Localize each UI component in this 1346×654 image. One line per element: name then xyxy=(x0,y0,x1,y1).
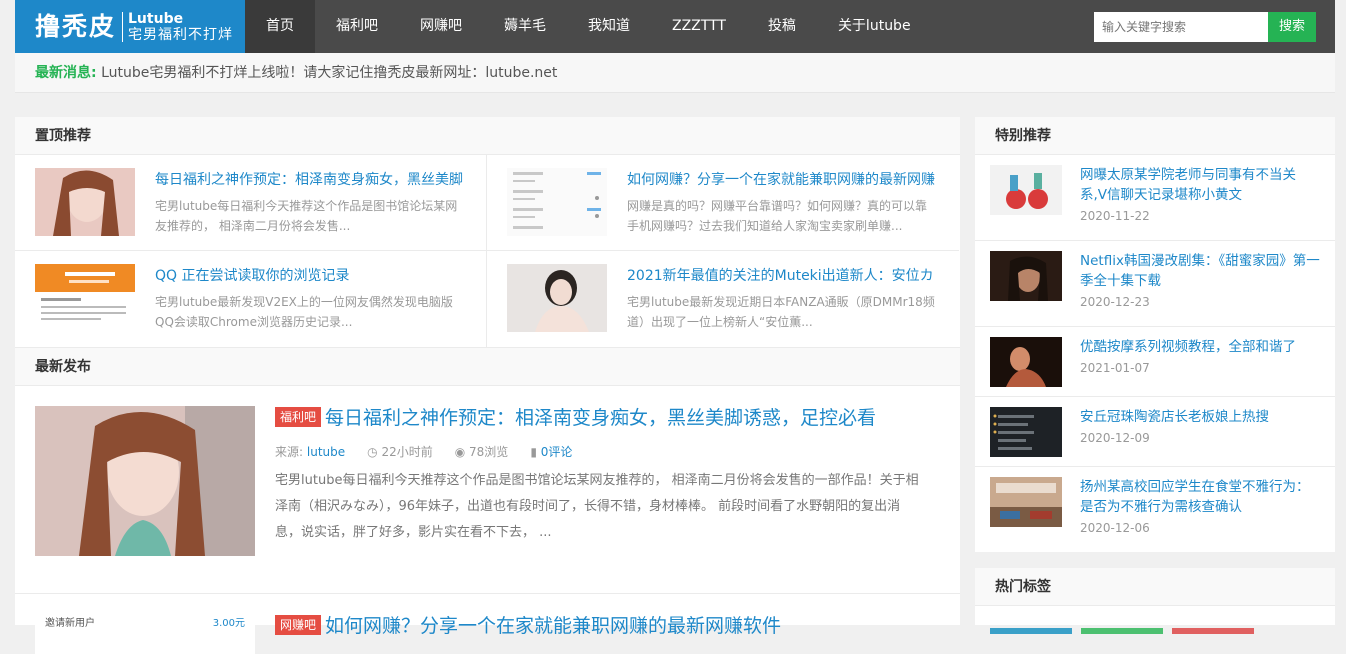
post-views-text: 78浏览 xyxy=(469,445,509,459)
pinned-card-desc: 宅男lutube最新发现V2EX上的一位网友偶然发现电脑版QQ会读取Chrome… xyxy=(155,295,453,329)
logo-sub-line1: Lutube xyxy=(128,10,184,27)
search-box: 搜索 xyxy=(1094,12,1316,42)
special-item-date: 2021-01-07 xyxy=(1080,361,1150,375)
pinned-card[interactable]: QQ 正在尝试读取你的浏览记录 宅男lutube最新发现V2EX上的一位网友偶然… xyxy=(15,251,487,347)
source-link[interactable]: lutube xyxy=(307,445,345,459)
source-label: 来源: xyxy=(275,445,304,459)
eye-icon: ◉ xyxy=(454,445,466,459)
post-meta: 来源: lutube ◷ 22小时前 ◉ 78浏览 ▮ 0评论 xyxy=(275,443,925,460)
post-item: 邀请新用户 3.00元 网赚吧 如何网赚？分享一个在家就能兼职网赚的最新网赚软件 xyxy=(15,594,960,654)
pinned-card[interactable]: 每日福利之神作预定：相泽南变身痴女，黑丝美脚 宅男lutube每日福利今天推荐这… xyxy=(15,155,487,251)
special-title: 特别推荐 xyxy=(975,117,1335,155)
post-time: ◷ 22小时前 xyxy=(367,443,433,460)
logo-subtitle: Lutube 宅男福利不打烊 xyxy=(123,11,233,43)
pinned-card-desc: 网赚是真的吗？网赚平台靠谱吗？如何网赚？真的可以靠手机网赚吗？过去我们知道给人家… xyxy=(627,199,928,233)
post-time-text: 22小时前 xyxy=(381,445,433,459)
special-item-date: 2020-11-22 xyxy=(1080,209,1150,223)
pinned-card-desc: 宅男lutube最新发现近期日本FANZA通販（原DMMr18频道）出现了一位上… xyxy=(627,295,935,329)
special-item-date: 2020-12-06 xyxy=(1080,521,1150,535)
site-header: 撸秃皮 Lutube 宅男福利不打烊 首页 福利吧 网赚吧 薅羊毛 我知道 ZZ… xyxy=(15,0,1335,53)
pinned-card-title[interactable]: QQ 正在尝试读取你的浏览记录 xyxy=(155,266,465,286)
category-badge[interactable]: 福利吧 xyxy=(275,407,322,427)
news-ticker: 最新消息: Lutube宅男福利不打烊上线啦！请大家记住撸秃皮最新网址：lutu… xyxy=(15,53,1335,93)
post-thumb-label: 邀请新用户 xyxy=(45,618,95,629)
special-item[interactable]: 网曝太原某学院老师与同事有不当关系,V信聊天记录堪称小黄文 2020-11-22 xyxy=(975,155,1335,241)
logo-main-text: 撸秃皮 xyxy=(35,11,124,42)
post-title[interactable]: 福利吧 每日福利之神作预定：相泽南变身痴女，黑丝美脚诱惑，足控必看 xyxy=(275,406,925,431)
latest-panel: 最新发布 福利吧 每日福利之神作预定：相泽南变身痴女，黑丝美脚诱惑，足控必看 来源… xyxy=(15,347,960,654)
post-thumb[interactable]: 邀请新用户 3.00元 xyxy=(35,614,255,654)
nav-item-about[interactable]: 关于lutube xyxy=(817,0,932,53)
pinned-title: 置顶推荐 xyxy=(15,117,960,155)
latest-title: 最新发布 xyxy=(15,348,960,386)
tag-item[interactable] xyxy=(1172,628,1255,634)
search-input[interactable] xyxy=(1094,12,1268,42)
special-item-title[interactable]: 安丘冠珠陶瓷店长老板娘上热搜 xyxy=(1080,407,1269,427)
post-views: ◉ 78浏览 xyxy=(455,443,509,460)
pinned-card[interactable]: 2021新年最值的关注的Muteki出道新人：安位カ 宅男lutube最新发现近… xyxy=(487,251,959,347)
pinned-thumb[interactable] xyxy=(507,168,607,236)
special-thumb[interactable] xyxy=(990,477,1062,527)
nav-item-wangzhuan[interactable]: 网赚吧 xyxy=(399,0,483,53)
post-title[interactable]: 网赚吧 如何网赚？分享一个在家就能兼职网赚的最新网赚软件 xyxy=(275,614,925,639)
hot-tags-title: 热门标签 xyxy=(975,568,1335,606)
special-item[interactable]: Netflix韩国漫改剧集：《甜蜜家园》第一季全十集下载 2020-12-23 xyxy=(975,241,1335,327)
special-item-date: 2020-12-09 xyxy=(1080,431,1150,445)
post-comments: ▮ 0评论 xyxy=(530,443,572,460)
pinned-thumb[interactable] xyxy=(35,264,135,332)
special-panel: 特别推荐 网曝太原某学院老师与同事有不当关系,V信聊天记录堪称小黄文 2020-… xyxy=(975,117,1335,552)
special-item-title[interactable]: Netflix韩国漫改剧集：《甜蜜家园》第一季全十集下载 xyxy=(1080,251,1320,291)
special-thumb[interactable] xyxy=(990,251,1062,301)
pinned-card-title[interactable]: 如何网赚？分享一个在家就能兼职网赚的最新网赚 xyxy=(627,170,937,190)
tag-list xyxy=(975,606,1335,638)
site-logo[interactable]: 撸秃皮 Lutube 宅男福利不打烊 xyxy=(15,0,245,53)
nav-item-submit[interactable]: 投稿 xyxy=(747,0,817,53)
news-label: 最新消息: xyxy=(35,65,97,81)
logo-sub-line2: 宅男福利不打烊 xyxy=(128,26,234,43)
news-text[interactable]: Lutube宅男福利不打烊上线啦！请大家记住撸秃皮最新网址：lutube.net xyxy=(101,65,557,81)
main-nav: 首页 福利吧 网赚吧 薅羊毛 我知道 ZZZTTT 投稿 关于lutube xyxy=(245,0,932,53)
clock-icon: ◷ xyxy=(367,445,378,459)
special-item-title[interactable]: 优酷按摩系列视频教程，全部和谐了 xyxy=(1080,337,1296,357)
special-item-title[interactable]: 扬州某高校回应学生在食堂不雅行为：是否为不雅行为需核查确认 xyxy=(1080,477,1320,517)
post-source: 来源: lutube xyxy=(275,443,345,460)
nav-item-zhidao[interactable]: 我知道 xyxy=(567,0,651,53)
post-comments-link[interactable]: 0评论 xyxy=(541,445,573,459)
post-excerpt: 宅男lutube每日福利今天推荐这个作品是图书馆论坛某网友推荐的， 相泽南二月份… xyxy=(275,473,919,540)
special-item[interactable]: 安丘冠珠陶瓷店长老板娘上热搜 2020-12-09 xyxy=(975,397,1335,467)
category-badge[interactable]: 网赚吧 xyxy=(275,615,322,635)
tag-item[interactable] xyxy=(1081,628,1164,634)
pinned-thumb[interactable] xyxy=(507,264,607,332)
special-item[interactable]: 扬州某高校回应学生在食堂不雅行为：是否为不雅行为需核查确认 2020-12-06 xyxy=(975,467,1335,553)
pinned-panel: 置顶推荐 每日福利之神作预定：相泽南变身痴女，黑丝美脚 宅男lutube每日福利… xyxy=(15,117,960,347)
hot-tags-panel: 热门标签 xyxy=(975,568,1335,634)
post-title-text[interactable]: 每日福利之神作预定：相泽南变身痴女，黑丝美脚诱惑，足控必看 xyxy=(325,407,876,429)
special-item-date: 2020-12-23 xyxy=(1080,295,1150,309)
tag-item[interactable] xyxy=(990,628,1072,634)
nav-item-zzzttt[interactable]: ZZZTTT xyxy=(651,0,747,53)
special-item-title[interactable]: 网曝太原某学院老师与同事有不当关系,V信聊天记录堪称小黄文 xyxy=(1080,165,1320,205)
pinned-card-title[interactable]: 每日福利之神作预定：相泽南变身痴女，黑丝美脚 xyxy=(155,170,465,190)
pinned-thumb[interactable] xyxy=(35,168,135,236)
special-thumb[interactable] xyxy=(990,165,1062,215)
special-thumb[interactable] xyxy=(990,337,1062,387)
special-item[interactable]: 优酷按摩系列视频教程，全部和谐了 2021-01-07 xyxy=(975,327,1335,397)
pinned-card[interactable]: 如何网赚？分享一个在家就能兼职网赚的最新网赚 网赚是真的吗？网赚平台靠谱吗？如何… xyxy=(487,155,959,251)
post-thumb[interactable] xyxy=(35,406,255,556)
comment-icon: ▮ xyxy=(530,445,537,459)
nav-item-home[interactable]: 首页 xyxy=(245,0,315,53)
pinned-card-desc: 宅男lutube每日福利今天推荐这个作品是图书馆论坛某网友推荐的， 相泽南二月份… xyxy=(155,199,458,233)
post-item: 福利吧 每日福利之神作预定：相泽南变身痴女，黑丝美脚诱惑，足控必看 来源: lut… xyxy=(15,386,960,594)
post-thumb-value: 3.00元 xyxy=(212,618,245,629)
search-button[interactable]: 搜索 xyxy=(1268,12,1316,42)
pinned-card-title[interactable]: 2021新年最值的关注的Muteki出道新人：安位カ xyxy=(627,266,937,286)
nav-item-fuli[interactable]: 福利吧 xyxy=(315,0,399,53)
post-title-text[interactable]: 如何网赚？分享一个在家就能兼职网赚的最新网赚软件 xyxy=(325,615,781,637)
special-thumb[interactable] xyxy=(990,407,1062,457)
nav-item-haoyangmao[interactable]: 薅羊毛 xyxy=(483,0,567,53)
